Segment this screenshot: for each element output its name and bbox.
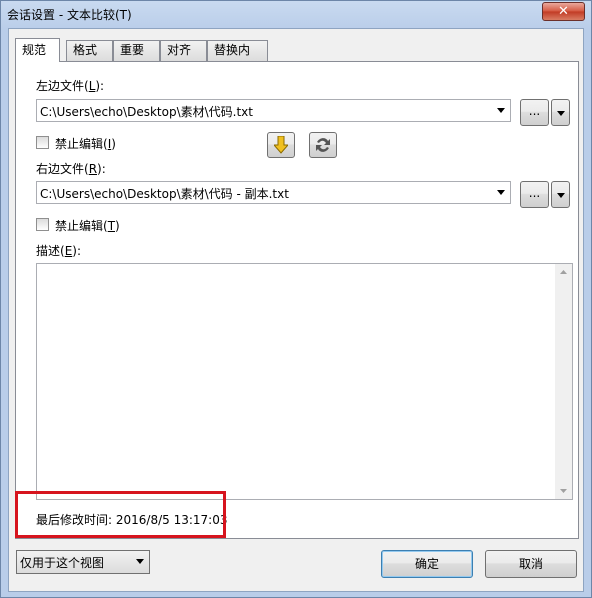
arrow-down-icon	[274, 136, 288, 154]
description-label: 描述(E):	[36, 244, 82, 258]
swap-down-button[interactable]	[267, 132, 295, 158]
left-file-label: 左边文件(L):	[36, 79, 105, 93]
spec-panel: 左边文件(L): C:\Users\echo\Desktop\素材\代码.txt…	[15, 61, 579, 539]
chevron-down-icon	[557, 111, 565, 116]
scroll-down-icon[interactable]	[555, 482, 572, 499]
close-button[interactable]: ✕	[542, 2, 585, 21]
left-readonly-checkbox[interactable]	[36, 136, 49, 149]
right-browse-menu-button[interactable]	[551, 181, 570, 208]
cancel-button[interactable]: 取消	[485, 550, 577, 578]
tab-alignment[interactable]: 对齐	[160, 40, 207, 61]
vertical-scrollbar[interactable]	[555, 264, 572, 499]
dialog-client: 规范 格式 重要 对齐 替换内容 左边文件(L): C:\Users\echo\…	[8, 28, 584, 592]
left-browse-menu-button[interactable]	[551, 99, 570, 126]
swap-icon	[316, 138, 330, 152]
title-bar: 会话设置 - 文本比较(T) ✕	[1, 1, 591, 27]
highlight-annotation	[15, 491, 226, 538]
session-settings-dialog: 会话设置 - 文本比较(T) ✕ 规范 格式 重要 对齐 替换内容 左边文件(L…	[0, 0, 592, 598]
chevron-down-icon[interactable]	[492, 100, 510, 121]
chevron-down-icon[interactable]	[131, 551, 149, 572]
tab-replacements[interactable]: 替换内容	[207, 40, 268, 76]
ok-button[interactable]: 确定	[381, 550, 473, 578]
left-readonly-label: 禁止编辑(I)	[55, 137, 116, 151]
right-file-combo[interactable]: C:\Users\echo\Desktop\素材\代码 - 副本.txt	[36, 181, 511, 204]
right-readonly-label: 禁止编辑(T)	[55, 219, 120, 233]
tab-format[interactable]: 格式	[66, 40, 113, 61]
scope-select[interactable]: 仅用于这个视图	[16, 550, 150, 574]
chevron-down-icon	[557, 193, 565, 198]
right-browse-button[interactable]: ...	[520, 181, 549, 208]
window-title: 会话设置 - 文本比较(T)	[7, 8, 132, 22]
tab-importance[interactable]: 重要	[113, 40, 160, 61]
tab-spec[interactable]: 规范	[15, 38, 60, 62]
swap-files-button[interactable]	[309, 132, 337, 158]
right-readonly-checkbox[interactable]	[36, 218, 49, 231]
right-file-label: 右边文件(R):	[36, 162, 106, 176]
chevron-down-icon[interactable]	[492, 182, 510, 203]
left-browse-button[interactable]: ...	[520, 99, 549, 126]
description-textarea[interactable]	[36, 263, 573, 500]
scope-value: 仅用于这个视图	[20, 556, 105, 570]
right-file-path: C:\Users\echo\Desktop\素材\代码 - 副本.txt	[40, 187, 289, 201]
left-file-path: C:\Users\echo\Desktop\素材\代码.txt	[40, 105, 253, 119]
left-file-combo[interactable]: C:\Users\echo\Desktop\素材\代码.txt	[36, 99, 511, 122]
scroll-up-icon[interactable]	[555, 264, 572, 281]
